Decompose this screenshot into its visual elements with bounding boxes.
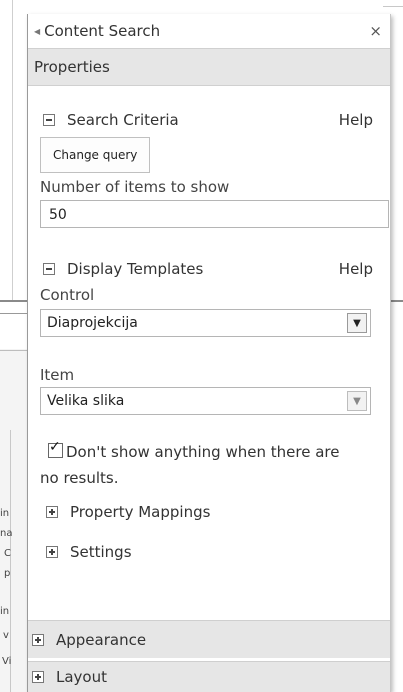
plus-box-icon[interactable] bbox=[46, 546, 58, 558]
panel-title: Content Search bbox=[44, 22, 161, 40]
background-divider bbox=[10, 430, 11, 692]
background-text-fragment: in bbox=[0, 508, 10, 519]
item-select[interactable]: Velika slika ▼ bbox=[40, 387, 371, 415]
background-divider bbox=[0, 350, 27, 351]
display-templates-help-link[interactable]: Help bbox=[339, 260, 390, 278]
background-divider bbox=[0, 313, 27, 314]
background-text-fragment: C bbox=[4, 548, 11, 559]
property-mappings-label: Property Mappings bbox=[70, 503, 211, 521]
layout-section-header[interactable]: Layout bbox=[28, 661, 390, 692]
search-criteria-header: Search Criteria Help bbox=[40, 109, 390, 131]
plus-box-icon[interactable] bbox=[32, 671, 44, 683]
layout-label: Layout bbox=[56, 668, 107, 686]
no-results-option: ✓ Don't show anything when there are no r… bbox=[40, 439, 360, 491]
close-icon[interactable]: × bbox=[369, 22, 382, 40]
no-results-label: Don't show anything when there are no re… bbox=[40, 443, 340, 487]
search-criteria-label: Search Criteria bbox=[67, 111, 179, 129]
plus-box-icon[interactable] bbox=[32, 633, 44, 646]
display-templates-header: Display Templates Help bbox=[40, 258, 390, 280]
background-text-fragment: na bbox=[0, 528, 13, 539]
triangle-left-icon[interactable]: ◀ bbox=[34, 27, 40, 36]
control-label: Control bbox=[40, 286, 95, 304]
properties-content: Search Criteria Help Change query Number… bbox=[28, 109, 390, 563]
items-to-show-input[interactable]: 50 bbox=[40, 200, 389, 228]
checkmark-icon: ✓ bbox=[49, 439, 61, 455]
background-text-fragment: v bbox=[3, 630, 9, 641]
panel-titlebar: ◀ Content Search × bbox=[28, 14, 390, 48]
settings-label: Settings bbox=[70, 543, 132, 561]
chevron-down-icon[interactable]: ▼ bbox=[347, 391, 367, 411]
properties-section-header: Properties bbox=[28, 48, 390, 86]
chevron-down-icon[interactable]: ▼ bbox=[347, 313, 367, 333]
background-divider bbox=[389, 300, 403, 302]
control-select[interactable]: Diaprojekcija ▼ bbox=[40, 309, 371, 337]
background-text-fragment: p bbox=[4, 568, 11, 579]
item-label: Item bbox=[40, 366, 75, 384]
appearance-label: Appearance bbox=[56, 630, 147, 649]
background-text-fragment: in bbox=[0, 606, 10, 617]
no-results-checkbox[interactable]: ✓ bbox=[48, 439, 63, 458]
plus-box-icon[interactable] bbox=[46, 506, 58, 518]
items-to-show-label: Number of items to show bbox=[40, 178, 230, 196]
search-criteria-help-link[interactable]: Help bbox=[339, 111, 390, 129]
properties-title: Properties bbox=[34, 58, 110, 76]
appearance-section-header[interactable]: Appearance bbox=[28, 620, 390, 658]
change-query-button[interactable]: Change query bbox=[40, 137, 151, 173]
background-divider bbox=[12, 0, 13, 300]
minus-box-icon[interactable] bbox=[43, 114, 55, 126]
content-search-panel: ◀ Content Search × Properties Search Cri… bbox=[27, 14, 391, 692]
background-divider bbox=[0, 300, 27, 302]
display-templates-label: Display Templates bbox=[67, 260, 204, 278]
background-text-fragment: Vi bbox=[2, 656, 12, 667]
settings-row[interactable]: Settings bbox=[40, 541, 390, 563]
background-divider bbox=[383, 6, 403, 7]
control-select-value: Diaprojekcija bbox=[47, 315, 138, 331]
minus-box-icon[interactable] bbox=[43, 263, 55, 275]
item-select-value: Velika slika bbox=[47, 393, 125, 409]
property-mappings-row[interactable]: Property Mappings bbox=[40, 501, 390, 523]
